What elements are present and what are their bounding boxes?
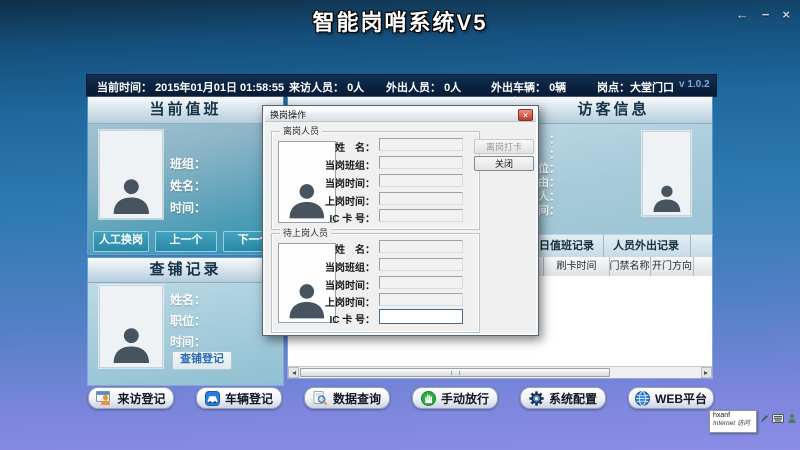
person-silhouette-icon bbox=[650, 184, 684, 212]
start-time-field[interactable] bbox=[379, 293, 463, 306]
leaving-group-title: 离岗人员 bbox=[280, 126, 322, 137]
system-config-button[interactable]: 系统配置 bbox=[520, 387, 606, 409]
network-tooltip: hxanf Internet 访问 bbox=[709, 410, 757, 433]
scroll-left-arrow[interactable] bbox=[288, 367, 299, 378]
duty-field-label: 班组： bbox=[170, 155, 206, 172]
visitor-register-icon bbox=[96, 391, 112, 405]
field-label-duty-time: 当岗时间： bbox=[272, 277, 375, 292]
data-query-button[interactable]: 数据查询 bbox=[304, 387, 390, 409]
name-field[interactable] bbox=[379, 240, 463, 253]
dialog-titlebar[interactable]: 换岗操作 bbox=[265, 108, 536, 122]
close-icon[interactable]: × bbox=[782, 7, 790, 22]
visitor-count: 来访人员： 0人 bbox=[289, 79, 364, 95]
window-controls: ← − × bbox=[736, 7, 790, 22]
duty-time-field[interactable] bbox=[379, 174, 463, 187]
web-platform-button[interactable]: WEB平台 bbox=[628, 387, 714, 409]
field-label-start-time: 上岗时间： bbox=[272, 193, 375, 208]
previous-button[interactable]: 上一个 bbox=[155, 231, 217, 252]
leaving-personnel-group: 离岗人员 姓 名： 当岗班组： 当岗时间： 上岗时间： IC 卡 号： bbox=[271, 131, 480, 230]
shift-change-dialog: 换岗操作 × 离岗人员 姓 名： 当岗班组： 当岗时间： 上岗时间： IC 卡 … bbox=[262, 105, 539, 336]
visitor-photo-placeholder bbox=[642, 131, 691, 216]
column-header-door-name: 门禁名称 bbox=[609, 257, 651, 276]
dialog-title: 换岗操作 bbox=[270, 110, 306, 120]
field-label-start-time: 上岗时间： bbox=[272, 294, 375, 309]
visitor-field-label: ： bbox=[549, 131, 560, 147]
incoming-group-title: 待上岗人员 bbox=[280, 228, 331, 239]
duty-time-field[interactable] bbox=[379, 276, 463, 289]
field-label-duty-time: 当岗时间： bbox=[272, 175, 375, 190]
duty-photo-placeholder bbox=[99, 130, 163, 219]
duty-field-label: 时间： bbox=[170, 199, 206, 216]
toolbar-button-label: WEB平台 bbox=[655, 390, 707, 407]
ic-card-field[interactable] bbox=[379, 209, 463, 222]
web-platform-icon bbox=[635, 391, 650, 406]
keyboard-icon[interactable] bbox=[772, 414, 784, 423]
clock-out-button[interactable]: 离岗打卡 bbox=[474, 139, 534, 154]
current-duty-title: 当前值班 bbox=[88, 97, 283, 124]
toolbar-button-label: 数据查询 bbox=[333, 390, 381, 407]
system-config-icon bbox=[529, 391, 544, 406]
visitor-register-button[interactable]: 来访登记 bbox=[88, 387, 174, 409]
person-silhouette-icon bbox=[109, 326, 154, 363]
patrol-photo-placeholder bbox=[99, 285, 163, 368]
network-status: Internet 访问 bbox=[713, 420, 753, 428]
name-field[interactable] bbox=[379, 138, 463, 151]
tab-outing-records[interactable]: 人员外出记录 bbox=[602, 235, 691, 257]
app-window: 智能岗哨系统V5 ← − × 当前时间： 2015年01月01日 01:58:5… bbox=[0, 0, 800, 450]
dialog-close-button[interactable]: × bbox=[518, 109, 533, 121]
field-label-name: 姓 名： bbox=[272, 241, 375, 256]
data-query-icon bbox=[313, 391, 328, 406]
field-label-shift-team: 当岗班组： bbox=[272, 259, 375, 274]
post-name: 岗点：大堂门口 bbox=[597, 79, 674, 95]
minimize-icon[interactable]: − bbox=[762, 7, 770, 22]
horizontal-scrollbar[interactable] bbox=[288, 366, 712, 378]
column-header-direction: 开门方向 bbox=[651, 257, 694, 276]
version-label: v 1.0.2 bbox=[679, 79, 710, 90]
duty-field-label: 姓名： bbox=[170, 177, 206, 194]
current-duty-panel: 当前值班 班组： 姓名： 时间： 人工换岗 上一个 下一个 bbox=[88, 97, 283, 254]
pen-icon[interactable] bbox=[760, 414, 768, 423]
shift-team-field[interactable] bbox=[379, 156, 463, 169]
current-time: 当前时间： 2015年01月01日 01:58:55 bbox=[97, 79, 284, 95]
visitor-info-panel: 访客信息 ： ： 单位： 事由： 人： 时间： bbox=[515, 97, 712, 235]
toolbar-button-label: 来访登记 bbox=[117, 390, 165, 407]
out-people-count: 外出人员： 0人 bbox=[386, 79, 461, 95]
vehicle-register-icon bbox=[205, 391, 220, 406]
network-name: hxanf bbox=[713, 412, 753, 420]
back-icon[interactable]: ← bbox=[736, 7, 749, 22]
field-label-shift-team: 当岗班组： bbox=[272, 157, 375, 172]
manual-release-button[interactable]: 手动放行 bbox=[412, 387, 498, 409]
patrol-register-button[interactable]: 查铺登记 bbox=[172, 351, 232, 370]
toolbar-button-label: 系统配置 bbox=[549, 390, 597, 407]
visitor-info-title: 访客信息 bbox=[515, 97, 712, 124]
scrollbar-thumb[interactable] bbox=[300, 368, 610, 377]
column-header-swipe-time: 刷卡时间 bbox=[543, 257, 610, 276]
scroll-right-arrow[interactable] bbox=[701, 367, 712, 378]
patrol-record-panel: 查铺记录 姓名： 职位： 时间： 查铺登记 bbox=[88, 258, 283, 385]
field-label-name: 姓 名： bbox=[272, 139, 375, 154]
vehicle-register-button[interactable]: 车辆登记 bbox=[196, 387, 282, 409]
toolbar-button-label: 车辆登记 bbox=[225, 390, 273, 407]
manual-shift-button[interactable]: 人工换岗 bbox=[93, 231, 149, 252]
page-title: 智能岗哨系统V5 bbox=[0, 5, 800, 37]
incoming-personnel-group: 待上岗人员 姓 名： 当岗班组： 当岗时间： 上岗时间： IC 卡 号： bbox=[271, 233, 480, 333]
person-icon[interactable] bbox=[788, 414, 796, 423]
language-bar bbox=[760, 414, 800, 423]
shift-team-field[interactable] bbox=[379, 258, 463, 271]
patrol-field-label: 时间： bbox=[170, 333, 206, 350]
toolbar-button-label: 手动放行 bbox=[441, 390, 489, 407]
dialog-close-action-button[interactable]: 关闭 bbox=[474, 156, 534, 171]
start-time-field[interactable] bbox=[379, 192, 463, 205]
patrol-field-label: 职位： bbox=[170, 312, 206, 329]
person-silhouette-icon bbox=[109, 177, 154, 214]
manual-release-icon bbox=[421, 391, 436, 406]
out-vehicle-count: 外出车辆： 0辆 bbox=[491, 79, 566, 95]
patrol-field-label: 姓名： bbox=[170, 291, 206, 308]
patrol-record-title: 查铺记录 bbox=[88, 258, 283, 283]
field-label-ic-card: IC 卡 号： bbox=[272, 311, 375, 326]
field-label-ic-card: IC 卡 号： bbox=[272, 210, 375, 225]
status-bar: 当前时间： 2015年01月01日 01:58:55 来访人员： 0人 外出人员… bbox=[86, 74, 717, 97]
ic-card-input[interactable] bbox=[379, 309, 463, 324]
